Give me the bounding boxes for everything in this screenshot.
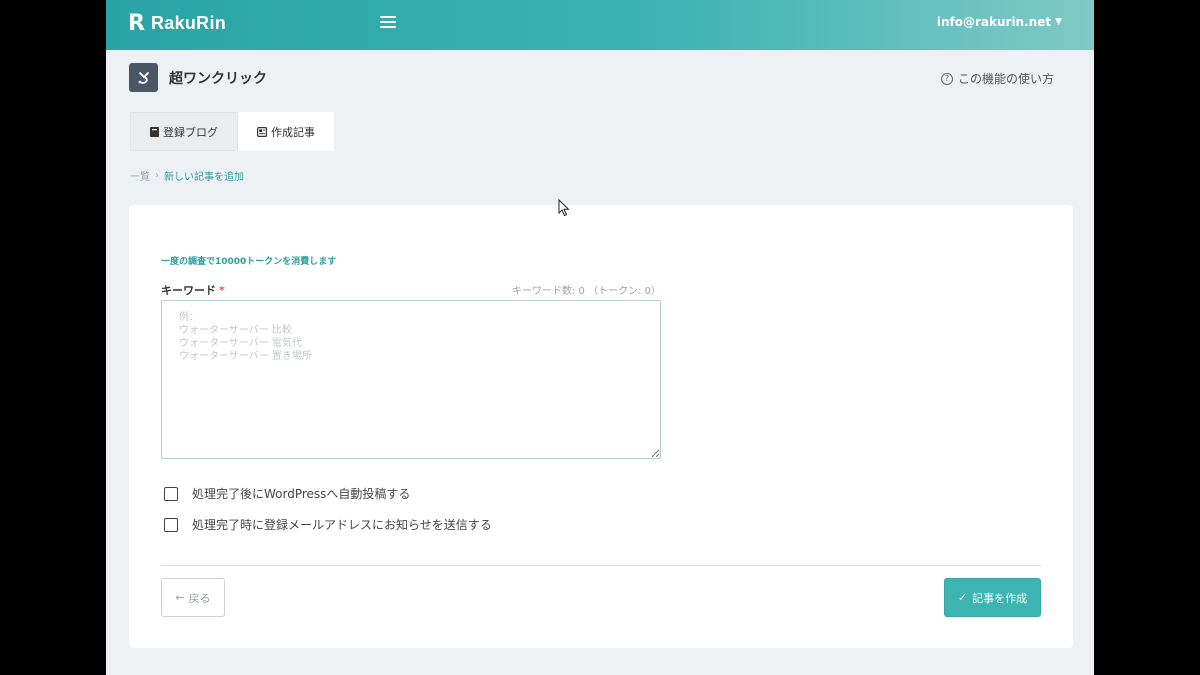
arrow-left-icon: ← — [175, 591, 185, 604]
breadcrumb-current: 新しい記事を追加 — [164, 172, 244, 183]
logo-mark: R — [128, 11, 145, 36]
token-cost-note: 一度の調査で10000トークンを消費します — [161, 257, 337, 267]
auto-post-checkbox-row[interactable]: 処理完了後にWordPressへ自動投稿する — [164, 485, 410, 502]
keyword-label-text: キーワード — [161, 284, 216, 297]
mouse-cursor-icon — [558, 199, 570, 217]
tab-label: 登録ブログ — [163, 125, 218, 139]
back-button-label: 戻る — [188, 591, 211, 605]
breadcrumb-list-link[interactable]: 一覧 — [130, 168, 150, 183]
back-button[interactable]: ← 戻る — [161, 578, 225, 617]
required-mark: * — [219, 284, 225, 297]
help-link[interactable]: ? この機能の使い方 — [940, 70, 1054, 87]
tab-bar: 登録ブログ 作成記事 — [130, 112, 334, 151]
top-navbar: R RakuRin info@rakurin.net ▼ — [106, 0, 1094, 50]
auto-post-label: 処理完了後にWordPressへ自動投稿する — [192, 487, 411, 501]
hamburger-icon[interactable] — [380, 16, 396, 30]
keyword-textarea[interactable] — [161, 300, 661, 459]
logo[interactable]: R RakuRin — [128, 11, 226, 36]
create-article-button[interactable]: ✓ 記事を作成 — [944, 578, 1041, 617]
tab-label: 作成記事 — [271, 125, 315, 139]
tab-registered-blogs[interactable]: 登録ブログ — [130, 112, 238, 151]
feature-icon — [129, 63, 158, 92]
help-link-label: この機能の使い方 — [957, 72, 1054, 86]
logo-text: RakuRin — [150, 13, 227, 33]
tab-created-articles[interactable]: 作成記事 — [238, 112, 334, 151]
chevron-right-icon: › — [155, 170, 159, 181]
create-button-label: 記事を作成 — [972, 591, 1028, 605]
check-icon: ✓ — [957, 591, 968, 604]
email-notify-checkbox-row[interactable]: 処理完了時に登録メールアドレスにお知らせを送信する — [164, 516, 492, 533]
email-notify-label: 処理完了時に登録メールアドレスにお知らせを送信する — [192, 518, 492, 532]
question-circle-icon: ? — [940, 72, 953, 85]
auto-post-checkbox[interactable] — [164, 486, 178, 501]
divider — [161, 565, 1041, 566]
keyword-label: キーワード * — [161, 282, 225, 298]
page-header: 超ワンクリック — [129, 63, 267, 92]
book-icon — [150, 126, 159, 137]
chevron-down-icon: ▼ — [1055, 17, 1062, 27]
user-menu[interactable]: info@rakurin.net ▼ — [937, 15, 1062, 29]
app-window: R RakuRin info@rakurin.net ▼ 超ワンクリック ? こ… — [106, 0, 1094, 675]
user-email: info@rakurin.net — [936, 15, 1052, 29]
breadcrumb: 一覧 › 新しい記事を追加 — [130, 168, 244, 183]
page-title: 超ワンクリック — [169, 70, 267, 87]
newspaper-icon — [257, 126, 267, 137]
form-card: 一度の調査で10000トークンを消費します キーワード * キーワード数: 0 （… — [129, 205, 1073, 648]
keyword-count: キーワード数: 0 （トークン: 0） — [512, 286, 661, 297]
email-notify-checkbox[interactable] — [164, 517, 178, 532]
